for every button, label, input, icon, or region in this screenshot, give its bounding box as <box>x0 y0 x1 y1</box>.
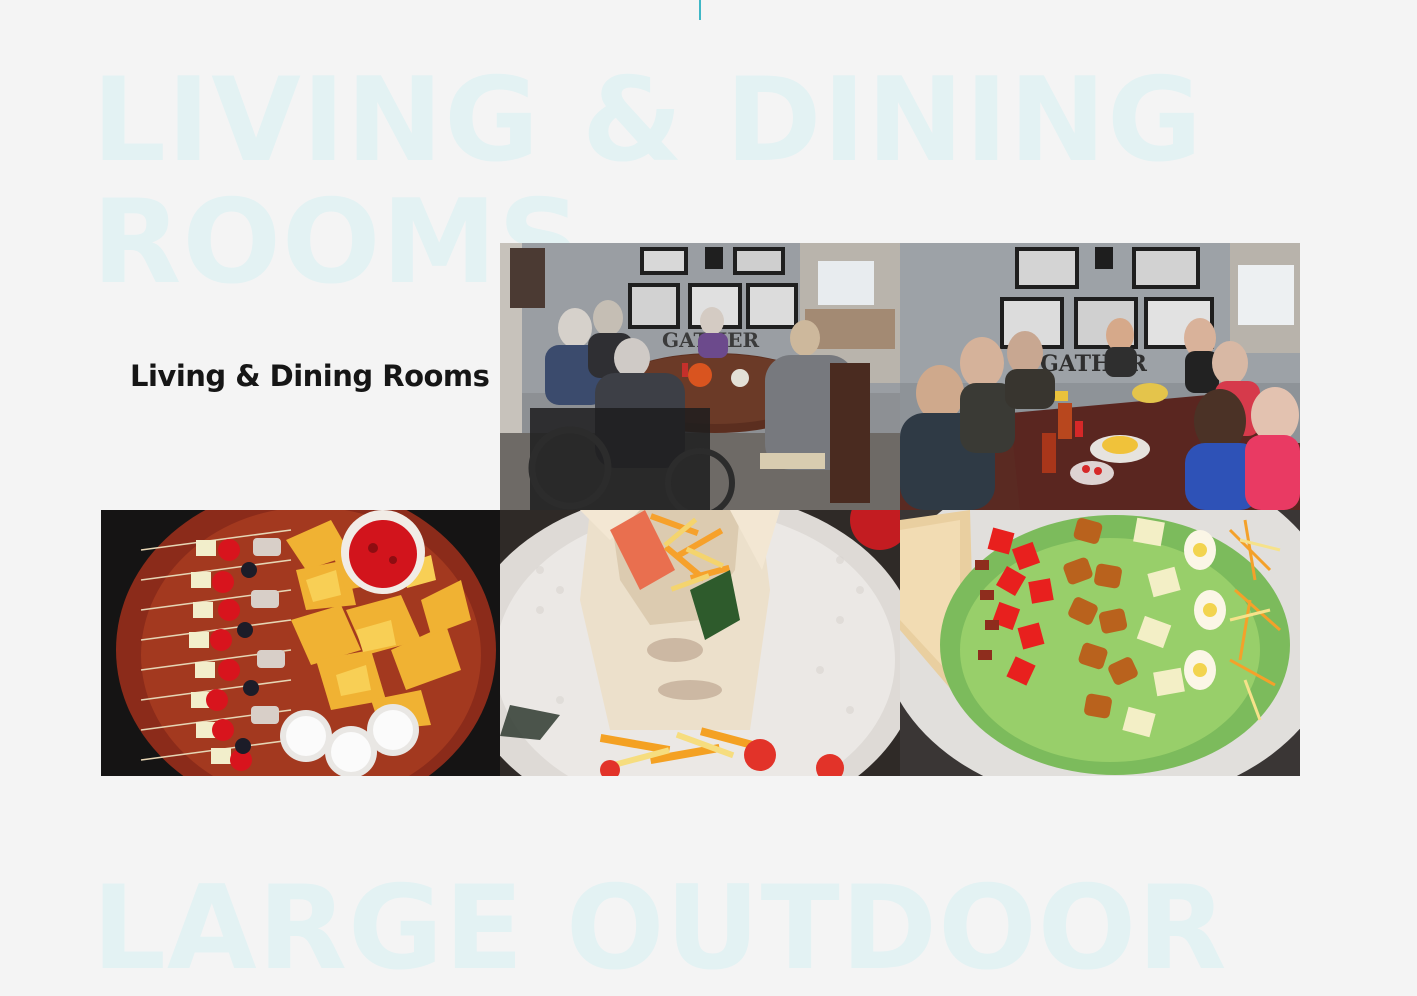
photo-tortilla-wrap <box>500 510 900 776</box>
background-title-outdoor: LARGE OUTDOOR <box>92 868 1228 990</box>
background-title-line: LARGE OUTDOOR <box>92 861 1228 996</box>
photo-residents-dining: GATHER <box>500 243 900 510</box>
background-title-line: LIVING & DINING <box>92 53 1204 188</box>
photo-kabob-chips-platter <box>101 510 501 776</box>
section-heading: Living & Dining Rooms <box>130 359 490 393</box>
photo-group-dining: GATHER <box>900 243 1300 510</box>
photo-dining-group[interactable]: GATHER <box>900 243 1300 510</box>
photo-cobb-salad <box>900 510 1300 776</box>
top-divider <box>699 0 701 20</box>
photo-wrap[interactable] <box>500 510 900 776</box>
photo-salad[interactable] <box>900 510 1300 776</box>
photo-dining-residents[interactable]: GATHER <box>500 243 900 510</box>
photo-kabob-platter[interactable] <box>101 510 501 776</box>
